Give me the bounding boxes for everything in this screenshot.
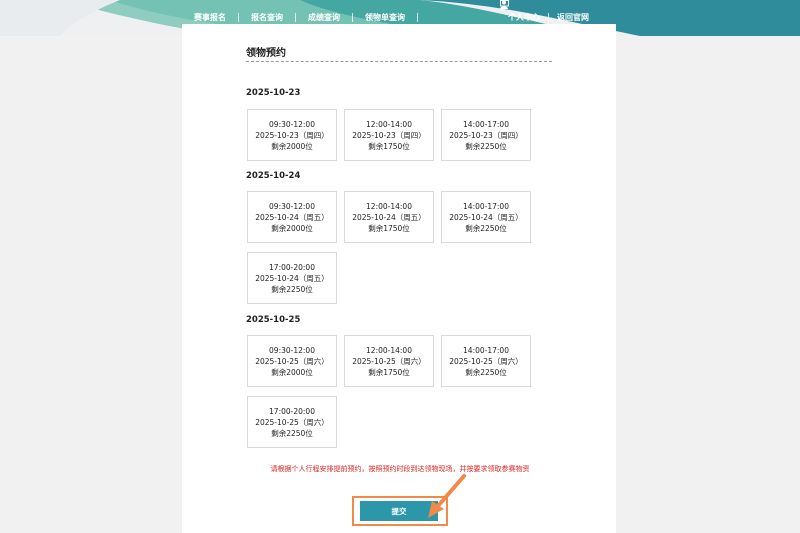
nav-signup-query[interactable]: 报名查询: [239, 12, 295, 23]
slot-date: 2025-10-25（周六）: [255, 417, 329, 427]
slot-remaining: 剩余1750位: [368, 223, 410, 233]
slot-date: 2025-10-24（周五）: [255, 212, 329, 222]
page-title: 领物预约: [246, 48, 286, 59]
slot-time: 09:30-12:00: [269, 201, 315, 211]
slot-time: 14:00-17:00: [463, 345, 509, 355]
slot-time: 17:00-20:00: [269, 262, 315, 272]
date-heading: 2025-10-24: [246, 171, 301, 181]
slot-card[interactable]: 14:00-17:00 2025-10-23（周四） 剩余2250位: [441, 109, 531, 161]
date-heading: 2025-10-23: [246, 88, 301, 98]
slot-card[interactable]: 14:00-17:00 2025-10-24（周五） 剩余2250位: [441, 191, 531, 243]
slot-remaining: 剩余1750位: [368, 141, 410, 151]
slot-card[interactable]: 12:00-14:00 2025-10-24（周五） 剩余1750位: [344, 191, 434, 243]
official-site-link[interactable]: 返回官网: [500, 0, 597, 23]
slot-card[interactable]: 09:30-12:00 2025-10-23（周四） 剩余2000位: [247, 109, 337, 161]
slot-remaining: 剩余2000位: [271, 367, 313, 377]
slot-card[interactable]: 09:30-12:00 2025-10-25（周六） 剩余2000位: [247, 335, 337, 387]
slot-card[interactable]: 17:00-20:00 2025-10-24（周五） 剩余2250位: [247, 252, 337, 304]
slot-remaining: 剩余2250位: [465, 141, 507, 151]
return-icon: [500, 0, 509, 8]
slot-remaining: 剩余2250位: [465, 223, 507, 233]
slot-time: 09:30-12:00: [269, 345, 315, 355]
title-divider: [246, 61, 552, 62]
slot-date: 2025-10-24（周五）: [255, 273, 329, 283]
date-heading: 2025-10-25: [246, 315, 301, 325]
slot-card[interactable]: 14:00-17:00 2025-10-25（周六） 剩余2250位: [441, 335, 531, 387]
nav-divider: [417, 12, 418, 22]
personal-center-label: 个人中心: [508, 12, 540, 22]
slot-remaining: 剩余2000位: [271, 223, 313, 233]
slot-remaining: 剩余2250位: [271, 428, 313, 438]
slot-card[interactable]: 12:00-14:00 2025-10-25（周六） 剩余1750位: [344, 335, 434, 387]
slot-remaining: 剩余2250位: [271, 284, 313, 294]
booking-panel: 领物预约 2025-10-23 09:30-12:00 2025-10-23（周…: [182, 24, 616, 533]
slot-remaining: 剩余1750位: [368, 367, 410, 377]
slot-date: 2025-10-23（周四）: [255, 130, 329, 140]
slot-time: 14:00-17:00: [463, 201, 509, 211]
slot-remaining: 剩余2000位: [271, 141, 313, 151]
slot-date: 2025-10-25（周六）: [449, 356, 523, 366]
slot-date: 2025-10-24（周五）: [449, 212, 523, 222]
slot-date: 2025-10-23（周四）: [352, 130, 426, 140]
slot-date: 2025-10-25（周六）: [255, 356, 329, 366]
slot-time: 12:00-14:00: [366, 345, 412, 355]
slot-card[interactable]: 17:00-20:00 2025-10-25（周六） 剩余2250位: [247, 396, 337, 448]
nav-pickup-query[interactable]: 领物单查询: [353, 12, 417, 23]
submit-button[interactable]: 提交: [360, 501, 438, 521]
personal-center-link[interactable]: 个人中心: [500, 0, 548, 23]
slot-date: 2025-10-24（周五）: [352, 212, 426, 222]
slot-time: 12:00-14:00: [366, 119, 412, 129]
nav-results-query[interactable]: 成绩查询: [296, 12, 352, 23]
nav-event-signup[interactable]: 赛事报名: [190, 12, 238, 23]
slot-time: 17:00-20:00: [269, 406, 315, 416]
slot-card[interactable]: 12:00-14:00 2025-10-23（周四） 剩余1750位: [344, 109, 434, 161]
slot-date: 2025-10-25（周六）: [352, 356, 426, 366]
notice-text: 请根据个人行程安排提前预约，按照预约时段到达领物现场，并按要求领取参赛物资: [270, 465, 530, 473]
slot-card[interactable]: 09:30-12:00 2025-10-24（周五） 剩余2000位: [247, 191, 337, 243]
official-site-label: 返回官网: [557, 12, 589, 22]
slot-time: 14:00-17:00: [463, 119, 509, 129]
slot-time: 12:00-14:00: [366, 201, 412, 211]
slot-time: 09:30-12:00: [269, 119, 315, 129]
slot-date: 2025-10-23（周四）: [449, 130, 523, 140]
slot-remaining: 剩余2250位: [465, 367, 507, 377]
